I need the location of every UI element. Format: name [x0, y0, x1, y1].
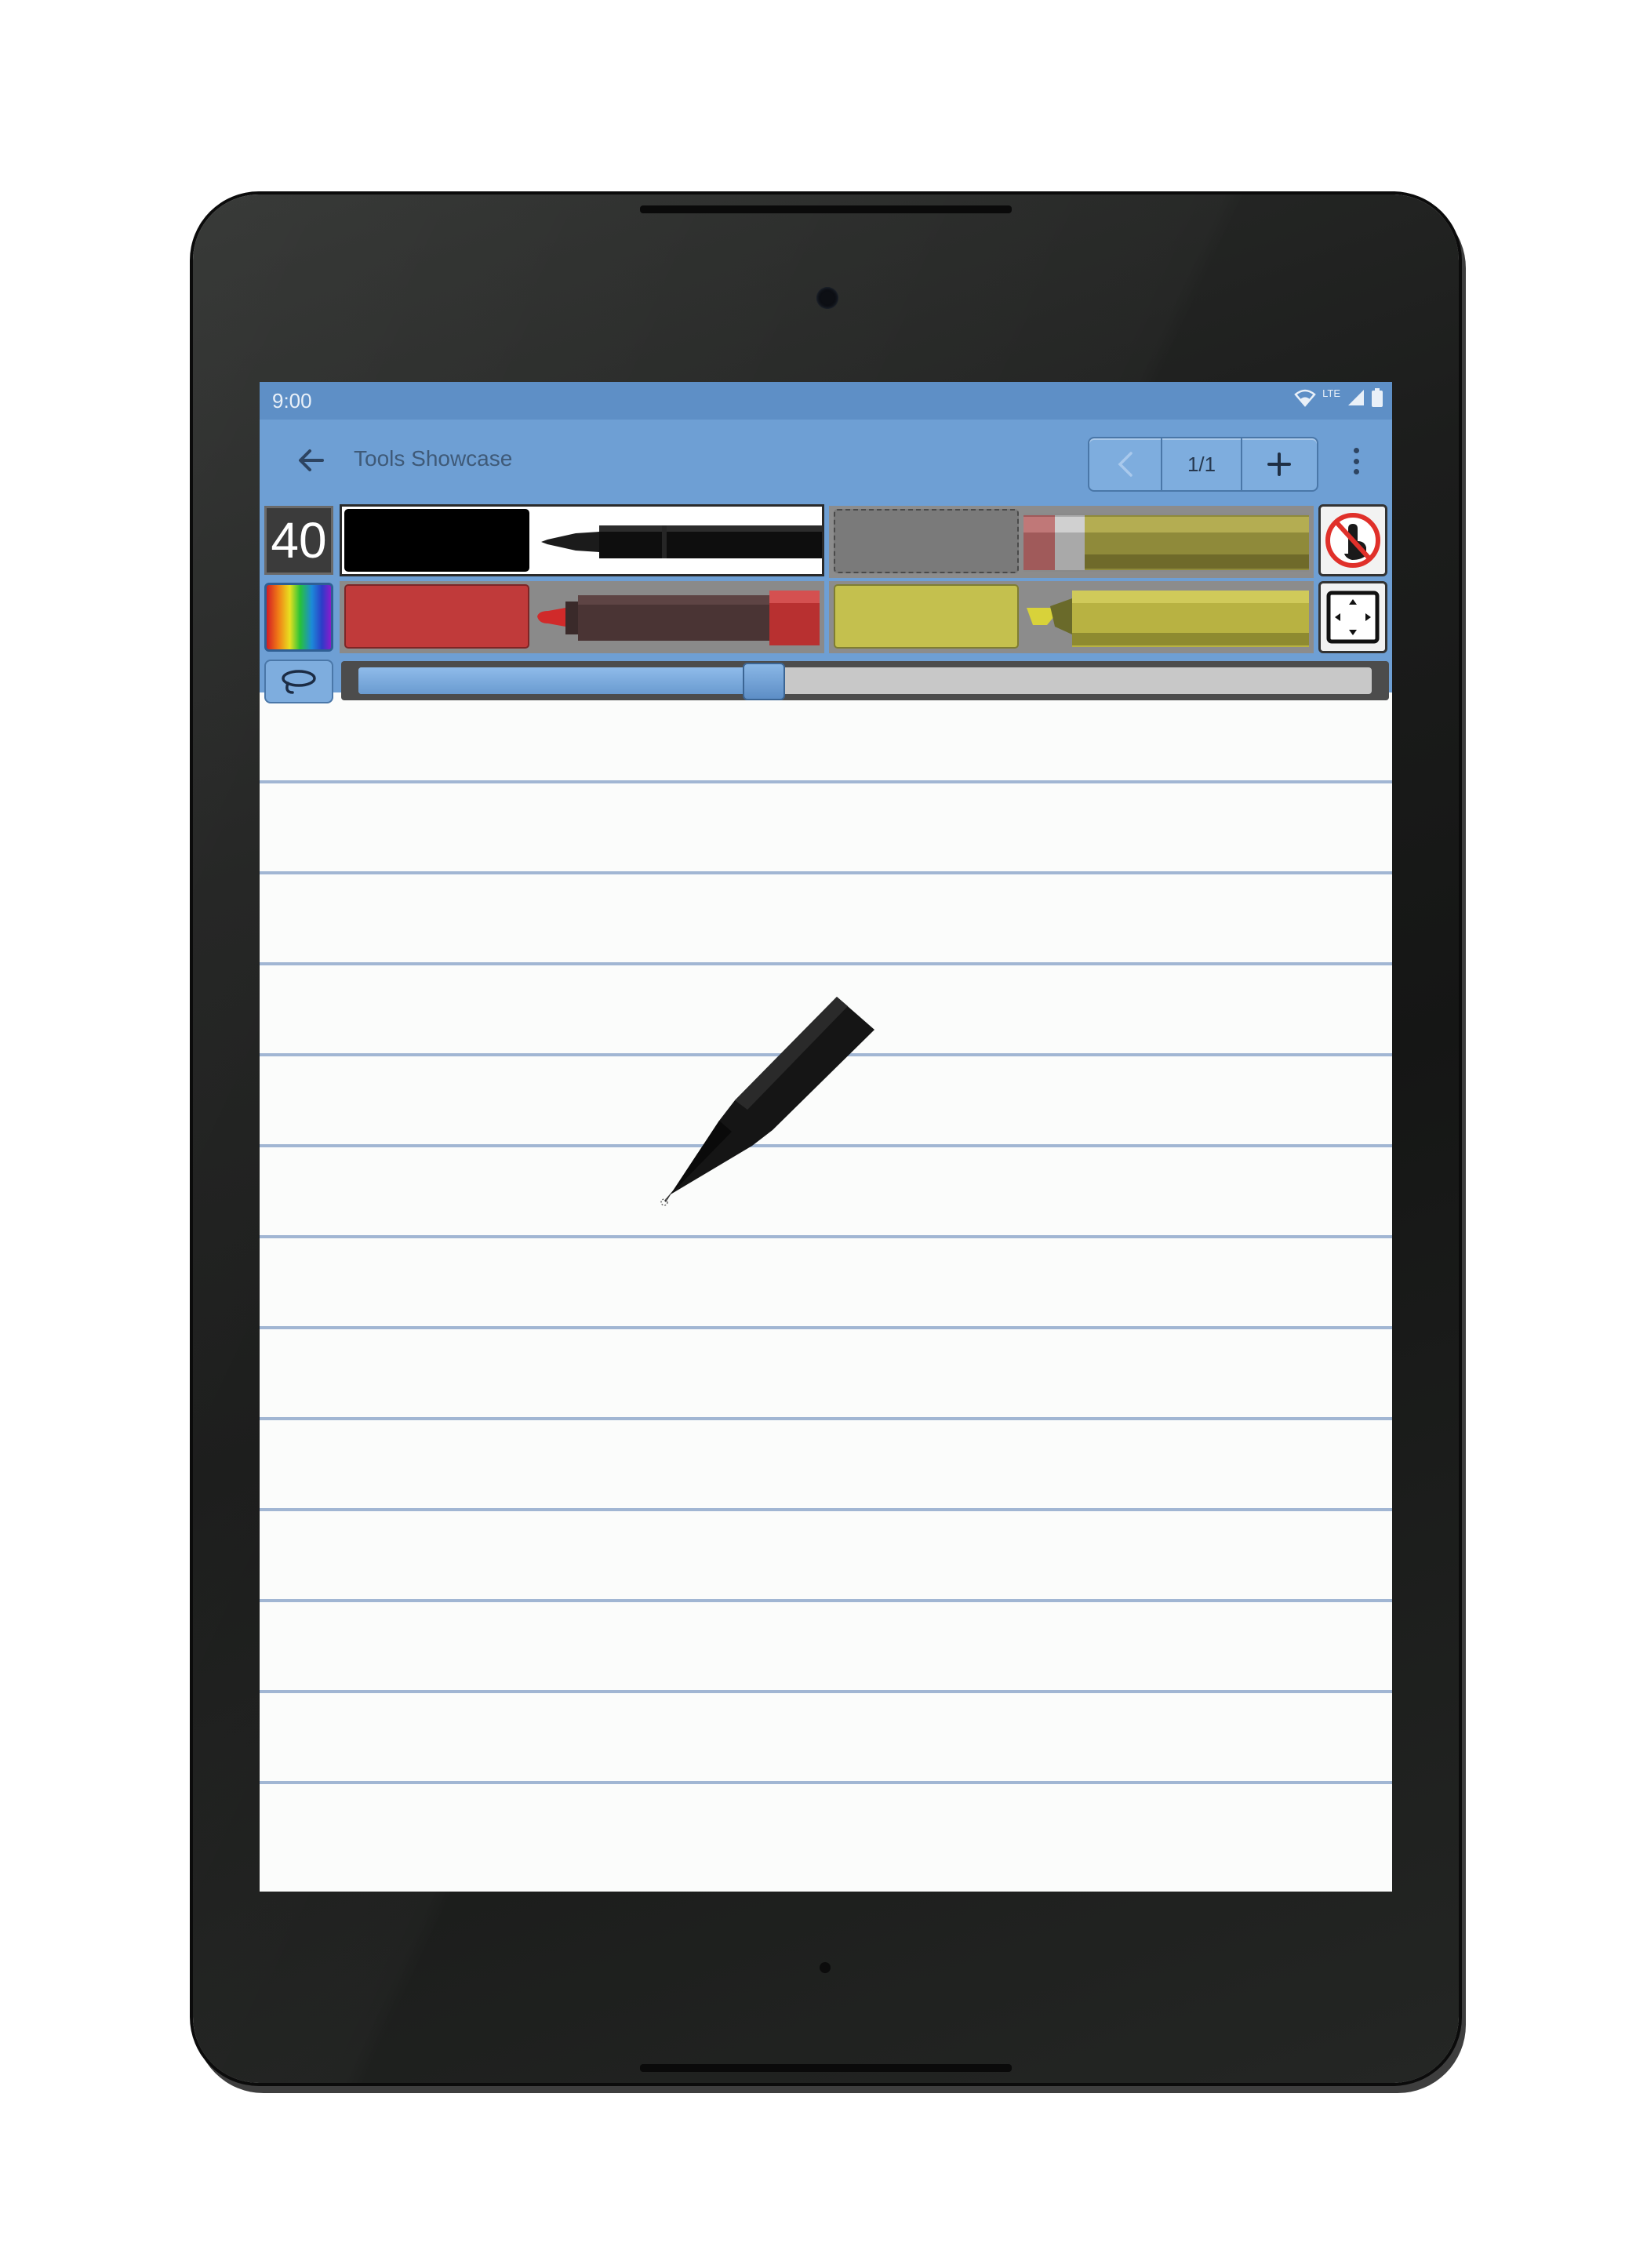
drawing-canvas[interactable]: [260, 692, 1392, 1892]
wifi-icon: [1294, 389, 1316, 407]
color-swatch-gray: [834, 509, 1019, 573]
page-indicator: 1/1: [1162, 438, 1242, 490]
more-dot: [1353, 469, 1359, 474]
color-swatch-red: [344, 584, 529, 649]
marker-icon: [537, 591, 820, 645]
stroke-size-button[interactable]: 40: [264, 506, 333, 575]
pen-cursor-icon: [660, 997, 874, 1206]
tool-palette: 40: [260, 501, 1392, 703]
highlighter-icon: [1027, 591, 1309, 647]
plus-icon: [1267, 453, 1292, 476]
ruled-line: [260, 1599, 1392, 1602]
page-navigator: 1/1: [1088, 437, 1318, 492]
pencil-icon: [1023, 514, 1309, 572]
network-type: LTE: [1322, 387, 1340, 399]
previous-page-button[interactable]: [1089, 438, 1163, 490]
ruled-line: [260, 1508, 1392, 1511]
color-swatch-yellow: [834, 584, 1019, 649]
ruled-line: [260, 1326, 1392, 1329]
ruled-line: [260, 1690, 1392, 1693]
page-title: Tools Showcase: [354, 446, 513, 471]
disable-touch-drawing-button[interactable]: [1318, 504, 1387, 576]
add-page-button[interactable]: [1242, 438, 1317, 490]
status-time: 9:00: [272, 389, 312, 413]
touch-draw-disabled-icon: [1325, 513, 1380, 568]
tool-slot-black-pen[interactable]: [340, 504, 824, 576]
speaker-grille-top: [640, 205, 1012, 213]
front-camera: [816, 287, 838, 309]
ruled-line: [260, 780, 1392, 783]
ruled-line: [260, 1235, 1392, 1238]
sensor-dot: [820, 1962, 831, 1973]
ruled-line: [260, 1781, 1392, 1784]
status-bar: 9:00 LTE: [260, 382, 1392, 420]
status-icons: LTE: [1294, 387, 1383, 407]
tool-slot-red-marker[interactable]: [340, 581, 824, 653]
speaker-grille-bottom: [640, 2064, 1012, 2072]
color-picker-button[interactable]: [264, 583, 333, 652]
battery-icon: [1372, 388, 1383, 407]
more-dot: [1353, 458, 1359, 464]
fit-screen-button[interactable]: [1318, 581, 1387, 653]
fit-screen-icon: [1326, 591, 1380, 644]
slider-rail: [358, 663, 1372, 700]
tool-slot-gray-pencil[interactable]: [829, 506, 1314, 578]
ruled-line: [260, 1417, 1392, 1420]
pen-icon: [541, 525, 822, 558]
slider-fill: [358, 667, 764, 694]
signal-icon: [1348, 390, 1364, 405]
app-bar: Tools Showcase 1/1: [260, 420, 1392, 501]
more-dot: [1353, 448, 1359, 453]
chevron-left-icon: [1118, 452, 1133, 477]
arrow-left-icon: [299, 449, 324, 471]
ruled-line: [260, 871, 1392, 874]
ruled-line: [260, 962, 1392, 965]
tool-slot-yellow-highlighter[interactable]: [829, 581, 1314, 653]
screen: 9:00 LTE Tools Showcase 1/1 40: [260, 382, 1392, 1892]
back-button[interactable]: [293, 442, 330, 479]
overflow-menu-button[interactable]: [1345, 443, 1367, 479]
color-swatch-black: [344, 509, 529, 572]
